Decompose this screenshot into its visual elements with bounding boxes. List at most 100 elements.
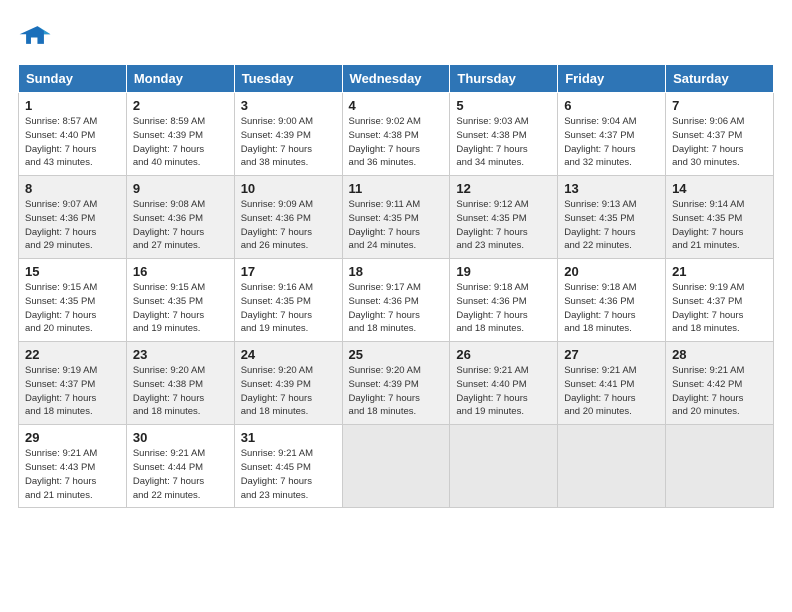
day-cell-31: 31 Sunrise: 9:21 AM Sunset: 4:45 PM Dayli… — [234, 425, 342, 508]
day-number: 31 — [241, 430, 336, 445]
day-info: Sunrise: 9:06 AM Sunset: 4:37 PM Dayligh… — [672, 115, 767, 170]
dow-header-thursday: Thursday — [450, 65, 558, 93]
day-number: 29 — [25, 430, 120, 445]
day-cell-27: 27Sunrise: 9:21 AM Sunset: 4:41 PM Dayli… — [558, 342, 666, 425]
day-cell-18: 18Sunrise: 9:17 AM Sunset: 4:36 PM Dayli… — [342, 259, 450, 342]
day-info: Sunrise: 9:21 AM Sunset: 4:45 PM Dayligh… — [241, 447, 336, 502]
empty-cell — [666, 425, 774, 508]
day-number: 12 — [456, 181, 551, 196]
day-info: Sunrise: 9:21 AM Sunset: 4:42 PM Dayligh… — [672, 364, 767, 419]
week-row-2: 8 Sunrise: 9:07 AM Sunset: 4:36 PM Daylig… — [19, 176, 774, 259]
day-number: 21 — [672, 264, 767, 279]
day-info: Sunrise: 9:20 AM Sunset: 4:39 PM Dayligh… — [241, 364, 336, 419]
day-cell-16: 16 Sunrise: 9:15 AM Sunset: 4:35 PM Dayli… — [126, 259, 234, 342]
day-info: Sunrise: 9:11 AM Sunset: 4:35 PM Dayligh… — [349, 198, 444, 253]
day-cell-22: 22 Sunrise: 9:19 AM Sunset: 4:37 PM Dayli… — [19, 342, 127, 425]
day-cell-6: 6Sunrise: 9:04 AM Sunset: 4:37 PM Daylig… — [558, 93, 666, 176]
day-number: 23 — [133, 347, 228, 362]
day-cell-12: 12 Sunrise: 9:12 AM Sunset: 4:35 PM Dayli… — [450, 176, 558, 259]
day-info: Sunrise: 9:18 AM Sunset: 4:36 PM Dayligh… — [564, 281, 659, 336]
day-cell-20: 20 Sunrise: 9:18 AM Sunset: 4:36 PM Dayli… — [558, 259, 666, 342]
week-row-1: 1 Sunrise: 8:57 AM Sunset: 4:40 PM Daylig… — [19, 93, 774, 176]
page: SundayMondayTuesdayWednesdayThursdayFrid… — [0, 0, 792, 612]
day-info: Sunrise: 9:02 AM Sunset: 4:38 PM Dayligh… — [349, 115, 444, 170]
day-cell-1: 1 Sunrise: 8:57 AM Sunset: 4:40 PM Daylig… — [19, 93, 127, 176]
day-number: 16 — [133, 264, 228, 279]
day-info: Sunrise: 9:16 AM Sunset: 4:35 PM Dayligh… — [241, 281, 336, 336]
day-info: Sunrise: 9:20 AM Sunset: 4:38 PM Dayligh… — [133, 364, 228, 419]
week-row-5: 29 Sunrise: 9:21 AM Sunset: 4:43 PM Dayli… — [19, 425, 774, 508]
day-number: 28 — [672, 347, 767, 362]
day-cell-5: 5 Sunrise: 9:03 AM Sunset: 4:38 PM Daylig… — [450, 93, 558, 176]
dow-header-sunday: Sunday — [19, 65, 127, 93]
day-info: Sunrise: 9:14 AM Sunset: 4:35 PM Dayligh… — [672, 198, 767, 253]
dow-header-saturday: Saturday — [666, 65, 774, 93]
day-info: Sunrise: 9:20 AM Sunset: 4:39 PM Dayligh… — [349, 364, 444, 419]
day-number: 1 — [25, 98, 120, 113]
empty-cell — [558, 425, 666, 508]
week-row-3: 15 Sunrise: 9:15 AM Sunset: 4:35 PM Dayli… — [19, 259, 774, 342]
day-info: Sunrise: 9:07 AM Sunset: 4:36 PM Dayligh… — [25, 198, 120, 253]
day-info: Sunrise: 9:12 AM Sunset: 4:35 PM Dayligh… — [456, 198, 551, 253]
day-cell-4: 4 Sunrise: 9:02 AM Sunset: 4:38 PM Daylig… — [342, 93, 450, 176]
day-info: Sunrise: 9:08 AM Sunset: 4:36 PM Dayligh… — [133, 198, 228, 253]
day-number: 9 — [133, 181, 228, 196]
day-cell-13: 13Sunrise: 9:13 AM Sunset: 4:35 PM Dayli… — [558, 176, 666, 259]
day-cell-24: 24 Sunrise: 9:20 AM Sunset: 4:39 PM Dayli… — [234, 342, 342, 425]
day-info: Sunrise: 9:21 AM Sunset: 4:40 PM Dayligh… — [456, 364, 551, 419]
day-number: 4 — [349, 98, 444, 113]
day-info: Sunrise: 9:18 AM Sunset: 4:36 PM Dayligh… — [456, 281, 551, 336]
day-cell-15: 15 Sunrise: 9:15 AM Sunset: 4:35 PM Dayli… — [19, 259, 127, 342]
day-number: 17 — [241, 264, 336, 279]
day-number: 14 — [672, 181, 767, 196]
day-number: 24 — [241, 347, 336, 362]
day-number: 25 — [349, 347, 444, 362]
week-row-4: 22 Sunrise: 9:19 AM Sunset: 4:37 PM Dayli… — [19, 342, 774, 425]
day-number: 15 — [25, 264, 120, 279]
day-info: Sunrise: 8:59 AM Sunset: 4:39 PM Dayligh… — [133, 115, 228, 170]
day-info: Sunrise: 9:19 AM Sunset: 4:37 PM Dayligh… — [25, 364, 120, 419]
day-cell-10: 10Sunrise: 9:09 AM Sunset: 4:36 PM Dayli… — [234, 176, 342, 259]
day-info: Sunrise: 9:04 AM Sunset: 4:37 PM Dayligh… — [564, 115, 659, 170]
day-cell-17: 17 Sunrise: 9:16 AM Sunset: 4:35 PM Dayli… — [234, 259, 342, 342]
dow-header-monday: Monday — [126, 65, 234, 93]
day-number: 26 — [456, 347, 551, 362]
day-number: 13 — [564, 181, 659, 196]
logo-icon — [18, 18, 54, 54]
day-info: Sunrise: 9:03 AM Sunset: 4:38 PM Dayligh… — [456, 115, 551, 170]
day-cell-30: 30Sunrise: 9:21 AM Sunset: 4:44 PM Dayli… — [126, 425, 234, 508]
logo — [18, 18, 58, 54]
day-cell-2: 2Sunrise: 8:59 AM Sunset: 4:39 PM Daylig… — [126, 93, 234, 176]
day-number: 18 — [349, 264, 444, 279]
day-number: 11 — [349, 181, 444, 196]
day-cell-26: 26 Sunrise: 9:21 AM Sunset: 4:40 PM Dayli… — [450, 342, 558, 425]
day-number: 22 — [25, 347, 120, 362]
day-info: Sunrise: 9:21 AM Sunset: 4:44 PM Dayligh… — [133, 447, 228, 502]
day-cell-19: 19 Sunrise: 9:18 AM Sunset: 4:36 PM Dayli… — [450, 259, 558, 342]
dow-header-friday: Friday — [558, 65, 666, 93]
day-info: Sunrise: 9:19 AM Sunset: 4:37 PM Dayligh… — [672, 281, 767, 336]
empty-cell — [450, 425, 558, 508]
day-info: Sunrise: 9:15 AM Sunset: 4:35 PM Dayligh… — [133, 281, 228, 336]
day-cell-29: 29 Sunrise: 9:21 AM Sunset: 4:43 PM Dayli… — [19, 425, 127, 508]
calendar-table: SundayMondayTuesdayWednesdayThursdayFrid… — [18, 64, 774, 508]
day-info: Sunrise: 9:15 AM Sunset: 4:35 PM Dayligh… — [25, 281, 120, 336]
day-number: 3 — [241, 98, 336, 113]
day-cell-28: 28 Sunrise: 9:21 AM Sunset: 4:42 PM Dayli… — [666, 342, 774, 425]
day-cell-3: 3 Sunrise: 9:00 AM Sunset: 4:39 PM Daylig… — [234, 93, 342, 176]
day-number: 7 — [672, 98, 767, 113]
day-cell-8: 8 Sunrise: 9:07 AM Sunset: 4:36 PM Daylig… — [19, 176, 127, 259]
day-number: 5 — [456, 98, 551, 113]
empty-cell — [342, 425, 450, 508]
day-info: Sunrise: 9:21 AM Sunset: 4:41 PM Dayligh… — [564, 364, 659, 419]
day-number: 20 — [564, 264, 659, 279]
day-info: Sunrise: 8:57 AM Sunset: 4:40 PM Dayligh… — [25, 115, 120, 170]
day-info: Sunrise: 9:00 AM Sunset: 4:39 PM Dayligh… — [241, 115, 336, 170]
day-number: 8 — [25, 181, 120, 196]
day-cell-21: 21 Sunrise: 9:19 AM Sunset: 4:37 PM Dayli… — [666, 259, 774, 342]
day-info: Sunrise: 9:21 AM Sunset: 4:43 PM Dayligh… — [25, 447, 120, 502]
day-info: Sunrise: 9:09 AM Sunset: 4:36 PM Dayligh… — [241, 198, 336, 253]
day-cell-7: 7 Sunrise: 9:06 AM Sunset: 4:37 PM Daylig… — [666, 93, 774, 176]
day-cell-23: 23 Sunrise: 9:20 AM Sunset: 4:38 PM Dayli… — [126, 342, 234, 425]
day-number: 19 — [456, 264, 551, 279]
